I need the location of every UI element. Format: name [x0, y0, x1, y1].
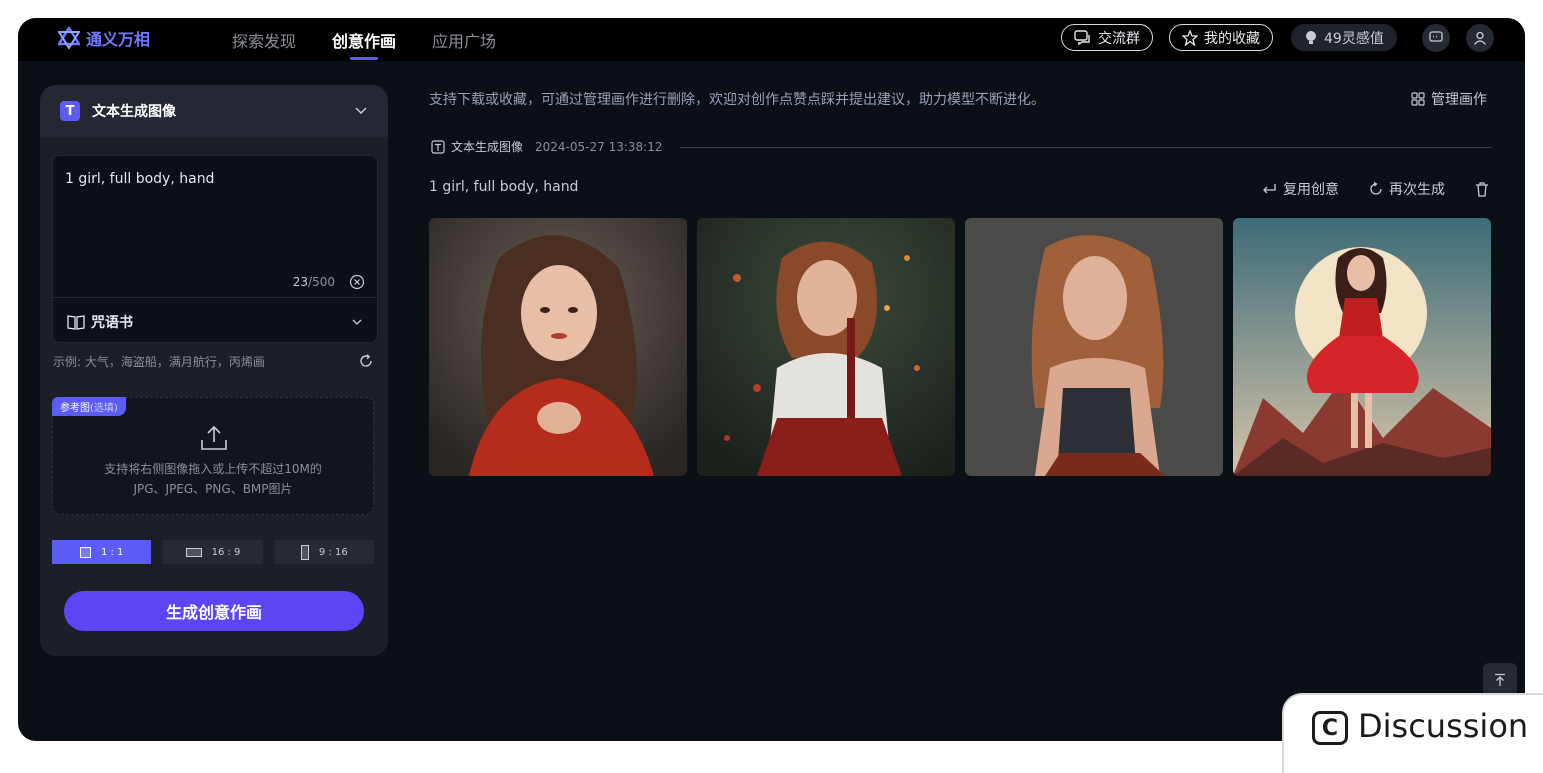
mode-title: 文本生成图像 [92, 104, 176, 120]
top-bar: 通义万相 探索发现 创意作画 应用广场 交流群 我的收藏 49灵感值 [18, 18, 1525, 61]
app-name: 通义万相 [86, 30, 151, 49]
trash-icon [1476, 181, 1488, 197]
ratio-1-1-button[interactable]: 1 : 1 [52, 540, 152, 564]
landscape-icon [185, 547, 202, 557]
girl-portrait-image [965, 218, 1223, 476]
message-button[interactable] [1422, 24, 1450, 52]
prompt-text[interactable]: 1 girl, full body, hand [65, 171, 214, 187]
generated-image[interactable] [1233, 218, 1491, 476]
star-icon [1182, 29, 1198, 46]
nav-explore[interactable]: 探索发现 [232, 28, 296, 52]
bulb-icon [1306, 30, 1316, 44]
record-actions: 复用创意 再次生成 [1261, 179, 1489, 199]
discussion-icon: C [1312, 711, 1348, 745]
girl-portrait-image [697, 218, 955, 476]
text-mode-icon [431, 139, 445, 154]
user-icon [1473, 31, 1487, 45]
spellbook-label: 咒语书 [91, 315, 133, 331]
nav-create[interactable]: 创意作画 [332, 28, 396, 52]
regenerate-button[interactable]: 再次生成 [1369, 179, 1445, 199]
message-icon [1429, 31, 1443, 42]
app-window: 通义万相 探索发现 创意作画 应用广场 交流群 我的收藏 49灵感值 T 文本生… [18, 18, 1525, 741]
chat-icon [1074, 29, 1090, 45]
upload-icon [201, 425, 227, 450]
delete-button[interactable] [1475, 181, 1489, 197]
group-chat-label: 交流群 [1098, 30, 1140, 47]
girl-portrait-image [429, 218, 687, 476]
mode-selector[interactable]: T 文本生成图像 [40, 85, 388, 137]
favorites-label: 我的收藏 [1204, 30, 1260, 47]
square-icon [79, 546, 91, 558]
aspect-ratio-selector: 1 : 1 16 : 9 9 : 16 [52, 540, 374, 564]
ratio-16-9-button[interactable]: 16 : 9 [163, 540, 263, 564]
clear-icon[interactable] [349, 274, 365, 290]
record-time: 2024-05-27 13:38:12 [535, 139, 663, 154]
prompt-input[interactable]: 1 girl, full body, hand 23/500 咒语书 [52, 155, 378, 343]
manage-artworks-button[interactable]: 管理画作 [1411, 89, 1487, 109]
refresh-icon[interactable] [358, 353, 374, 369]
spellbook-toggle[interactable]: 咒语书 [67, 312, 133, 332]
generation-panel: T 文本生成图像 1 girl, full body, hand 23/500 … [40, 85, 388, 656]
ratio-9-16-button[interactable]: 9 : 16 [274, 540, 374, 564]
chevron-down-icon [355, 107, 367, 115]
regenerate-icon [1370, 182, 1382, 195]
portrait-icon [300, 544, 309, 560]
record-prompt: 1 girl, full body, hand [429, 179, 579, 195]
discussion-label: Discussion [1358, 707, 1529, 745]
text-mode-icon: T [60, 101, 80, 121]
group-chat-button[interactable]: 交流群 [1061, 24, 1153, 51]
nav-active-indicator [350, 57, 378, 60]
generated-image[interactable] [965, 218, 1223, 476]
prompt-examples[interactable]: 示例: 大气，海盗船，满月航行，丙烯画 [53, 353, 265, 370]
notice-text: 支持下载或收藏，可通过管理画作进行删除，欢迎对创作点赞点踩并提出建议，助力模型不… [429, 92, 1045, 108]
discussion-button[interactable]: C Discussion [1282, 693, 1543, 773]
reference-image-upload[interactable]: 参考图(选填) 支持将右侧图像拖入或上传不超过10M的 JPG、JPEG、PNG… [52, 397, 374, 515]
back-to-top-button[interactable] [1483, 663, 1517, 697]
avatar[interactable] [1466, 24, 1494, 52]
book-icon [67, 315, 85, 330]
image-gallery [429, 218, 1491, 476]
reuse-icon [1263, 184, 1276, 194]
char-counter: 23/500 [292, 275, 335, 289]
favorites-button[interactable]: 我的收藏 [1169, 24, 1273, 51]
manage-label: 管理画作 [1431, 92, 1487, 108]
record-header: 文本生成图像 2024-05-27 13:38:12 [431, 138, 662, 155]
generate-button[interactable]: 生成创意作画 [64, 591, 364, 631]
upload-hint-line2: JPG、JPEG、PNG、BMP图片 [133, 482, 293, 496]
divider [53, 297, 377, 298]
reuse-button[interactable]: 复用创意 [1261, 179, 1339, 199]
arrow-up-icon [1495, 673, 1505, 686]
nav-apps[interactable]: 应用广场 [432, 28, 496, 52]
generated-image[interactable] [697, 218, 955, 476]
chevron-down-icon[interactable] [351, 316, 363, 328]
logo[interactable]: 通义万相 [58, 26, 150, 50]
generated-image[interactable] [429, 218, 687, 476]
grid-icon [1411, 92, 1425, 106]
logo-icon [58, 27, 80, 49]
credits-badge[interactable]: 49灵感值 [1291, 24, 1397, 51]
record-divider [680, 147, 1492, 148]
credits-label: 49灵感值 [1324, 30, 1384, 47]
girl-full-body-image [1233, 218, 1491, 476]
reference-tag: 参考图(选填) [52, 397, 126, 416]
upload-hint-line1: 支持将右侧图像拖入或上传不超过10M的 [104, 462, 322, 476]
record-type: 文本生成图像 [451, 140, 524, 154]
